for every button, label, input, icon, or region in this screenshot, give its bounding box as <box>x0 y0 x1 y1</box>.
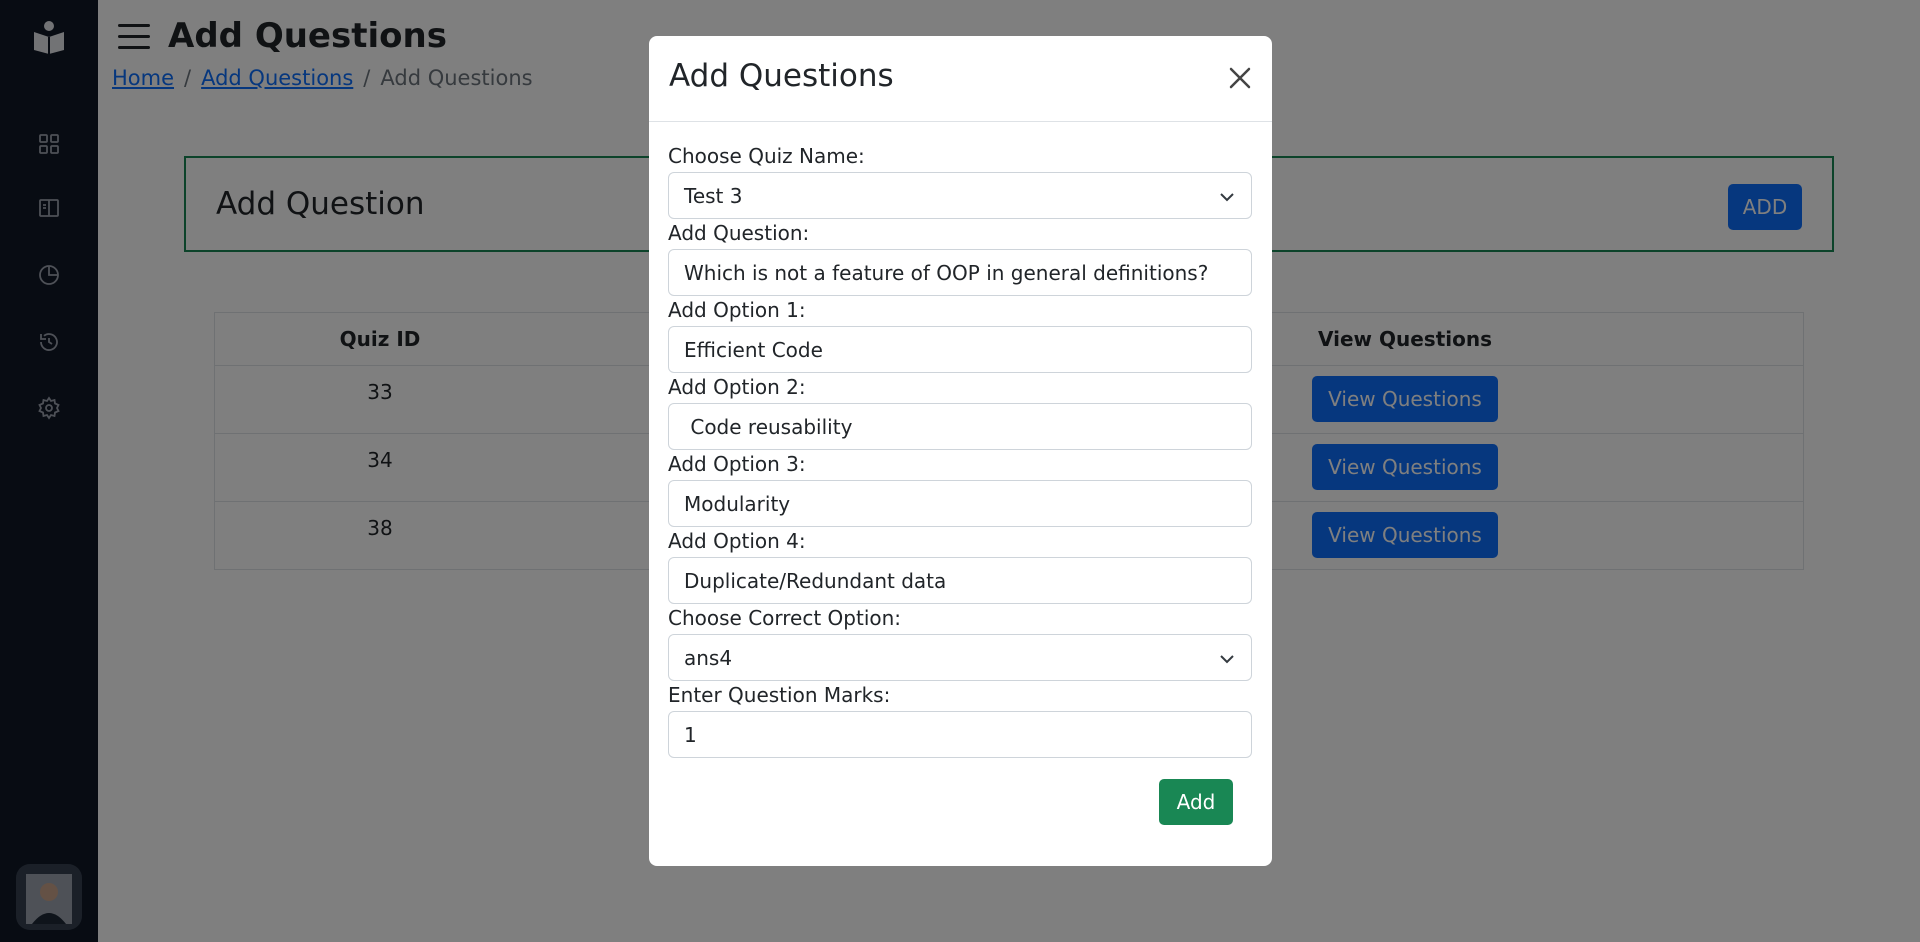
quiz-name-label: Choose Quiz Name: <box>668 144 865 168</box>
correct-option-label: Choose Correct Option: <box>668 606 902 630</box>
option3-value: Modularity <box>684 492 791 516</box>
marks-input[interactable]: 1 <box>668 711 1252 758</box>
option4-input[interactable]: Duplicate/Redundant data <box>668 557 1252 604</box>
quiz-name-value: Test 3 <box>684 184 743 208</box>
question-value: Which is not a feature of OOP in general… <box>684 261 1209 285</box>
modal-header: Add Questions <box>649 36 1272 122</box>
marks-value: 1 <box>684 723 697 747</box>
option3-input[interactable]: Modularity <box>668 480 1252 527</box>
option4-value: Duplicate/Redundant data <box>684 569 947 593</box>
marks-label: Enter Question Marks: <box>668 683 891 707</box>
option2-input[interactable]: Code reusability <box>668 403 1252 450</box>
option1-value: Efficient Code <box>684 338 823 362</box>
modal-title: Add Questions <box>669 58 894 94</box>
option1-label: Add Option 1: <box>668 298 806 322</box>
question-label: Add Question: <box>668 221 810 245</box>
close-icon[interactable] <box>1224 62 1256 94</box>
option3-label: Add Option 3: <box>668 452 806 476</box>
correct-option-select[interactable]: ans4 <box>668 634 1252 681</box>
chevron-down-icon <box>1220 655 1234 664</box>
option4-label: Add Option 4: <box>668 529 806 553</box>
question-input[interactable]: Which is not a feature of OOP in general… <box>668 249 1252 296</box>
submit-add-button[interactable]: Add <box>1159 779 1233 825</box>
correct-option-value: ans4 <box>684 646 733 670</box>
chevron-down-icon <box>1220 193 1234 202</box>
add-questions-modal: Add Questions Choose Quiz Name: Test 3 A… <box>649 36 1272 866</box>
quiz-name-select[interactable]: Test 3 <box>668 172 1252 219</box>
option2-value: Code reusability <box>684 415 853 439</box>
option1-input[interactable]: Efficient Code <box>668 326 1252 373</box>
option2-label: Add Option 2: <box>668 375 806 399</box>
